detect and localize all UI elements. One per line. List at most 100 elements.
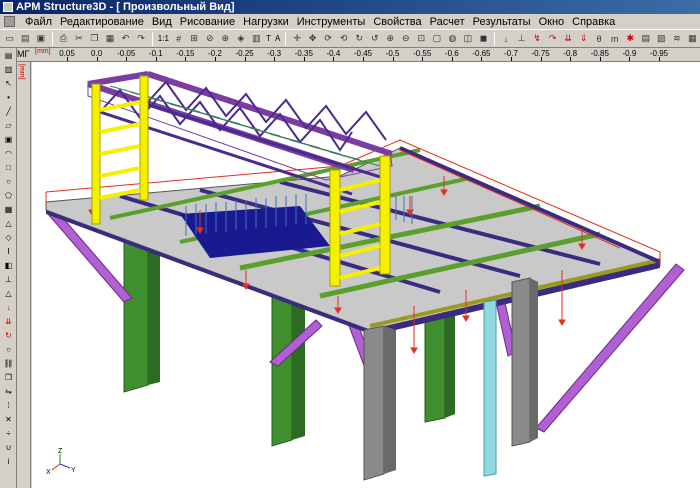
menu-help[interactable]: Справка: [568, 16, 619, 28]
menu-properties[interactable]: Свойства: [369, 16, 425, 28]
copy-element-icon[interactable]: ❐: [2, 371, 15, 384]
zoom-out-icon[interactable]: ⊖: [400, 33, 412, 45]
join-icon[interactable]: ∪: [2, 441, 15, 454]
menu-window[interactable]: Окно: [535, 16, 569, 28]
wireframe-icon[interactable]: ◫: [462, 33, 474, 45]
pressure-icon[interactable]: ⇊: [562, 33, 574, 45]
mesh-icon[interactable]: ▦: [2, 203, 15, 216]
plate-icon[interactable]: ▱: [2, 119, 15, 132]
point-load-icon[interactable]: ↓: [2, 301, 15, 314]
node-select-icon[interactable]: •: [2, 91, 15, 104]
moment-load-icon[interactable]: ↻: [2, 329, 15, 342]
distributed-icon[interactable]: ⇊: [2, 315, 15, 328]
solid-element-icon[interactable]: ▣: [2, 133, 15, 146]
document-icon[interactable]: [4, 16, 15, 27]
triangle-icon[interactable]: △: [2, 217, 15, 230]
menu-loads[interactable]: Нагрузки: [239, 16, 293, 28]
ruler-tick: [126, 57, 128, 61]
fixed-support-icon[interactable]: ⊥: [2, 273, 15, 286]
divide-icon[interactable]: ÷: [2, 427, 15, 440]
render-icon[interactable]: ◍: [447, 33, 459, 45]
zoom-all-icon[interactable]: ▢: [431, 33, 443, 45]
rotate-icon[interactable]: ⟳: [322, 33, 334, 45]
grid-icon[interactable]: #: [173, 33, 185, 45]
menu-tools[interactable]: Инструменты: [293, 16, 370, 28]
report-icon[interactable]: ▦: [687, 33, 699, 45]
section-icon[interactable]: Ⅰ: [2, 245, 15, 258]
redo-icon[interactable]: ↷: [135, 33, 147, 45]
shell-icon[interactable]: ◇: [2, 231, 15, 244]
pan-icon[interactable]: ✥: [307, 33, 319, 45]
circle-icon[interactable]: ○: [2, 175, 15, 188]
select-icon[interactable]: ⊕: [220, 33, 232, 45]
snap-icon[interactable]: ⊞: [188, 33, 200, 45]
solid-icon[interactable]: ◼: [478, 33, 490, 45]
ruler-tick: [185, 57, 187, 61]
info-icon[interactable]: i: [2, 455, 15, 468]
rectangle-icon[interactable]: □: [2, 161, 15, 174]
element-icon[interactable]: ▥: [251, 33, 263, 45]
support-icon[interactable]: ⊥: [516, 33, 528, 45]
release-icon[interactable]: ○: [2, 343, 15, 356]
results-icon[interactable]: ▤: [640, 33, 652, 45]
rotate-z-icon[interactable]: ↺: [369, 33, 381, 45]
rotate-x-icon[interactable]: ⟲: [338, 33, 350, 45]
temperature-icon[interactable]: θ: [593, 33, 605, 45]
material-icon[interactable]: ◧: [2, 259, 15, 272]
node-icon[interactable]: ◈: [235, 33, 247, 45]
ruler-tick: [96, 57, 98, 61]
pointer-icon[interactable]: ↖: [2, 77, 15, 90]
delete-icon[interactable]: ✕: [2, 413, 15, 426]
menu-draw[interactable]: Рисование: [176, 16, 239, 28]
link-icon[interactable]: ⛓: [2, 357, 15, 370]
zoom-one-to-one[interactable]: 1:1: [158, 34, 169, 43]
menu-edit[interactable]: Редактирование: [56, 16, 148, 28]
open-file-icon[interactable]: ▤: [20, 33, 32, 45]
move-icon[interactable]: ✛: [291, 33, 303, 45]
force-icon[interactable]: ↯: [531, 33, 543, 45]
menu-file[interactable]: Файл: [21, 16, 56, 28]
menu-calculation[interactable]: Расчет: [426, 16, 469, 28]
rod-icon[interactable]: ╱: [2, 105, 15, 118]
menu-view[interactable]: Вид: [148, 16, 176, 28]
print-icon[interactable]: ⎙: [58, 33, 70, 45]
ruler-tick: [303, 57, 305, 61]
ruler-tick: [511, 57, 512, 61]
ruler-label: МГ: [17, 49, 30, 59]
measure-icon[interactable]: ⊘: [204, 33, 216, 45]
zoom-window-icon[interactable]: ⊡: [416, 33, 428, 45]
copy-icon[interactable]: ❐: [89, 33, 101, 45]
zoom-in-icon[interactable]: ⊕: [385, 33, 397, 45]
undo-icon[interactable]: ↶: [120, 33, 132, 45]
layers-icon[interactable]: ▤: [2, 49, 15, 62]
paste-icon[interactable]: ▦: [104, 33, 116, 45]
ruler-tick: [659, 57, 660, 61]
toolbar-separator: [494, 31, 496, 46]
mirror-icon[interactable]: ⇋: [2, 385, 15, 398]
save-icon[interactable]: ▣: [35, 33, 47, 45]
mass-icon[interactable]: m: [609, 33, 621, 45]
new-file-icon[interactable]: ▭: [4, 33, 16, 45]
calculate-icon[interactable]: ✱: [624, 33, 636, 45]
vruler-unit: [mm]: [18, 64, 25, 80]
cut-icon[interactable]: ✂: [73, 33, 85, 45]
hinge-support-icon[interactable]: △: [2, 287, 15, 300]
distributed-load-icon[interactable]: ⇓: [578, 33, 590, 45]
deformation-icon[interactable]: ≋: [671, 33, 683, 45]
toolbar-separator: [151, 31, 153, 46]
ruler-tick: [629, 57, 631, 61]
text-tool[interactable]: T: [266, 34, 271, 43]
arc-icon[interactable]: ◠: [2, 147, 15, 160]
toolbar-separator: [51, 31, 53, 46]
array-icon[interactable]: ⁞: [2, 399, 15, 412]
moment-icon[interactable]: ↷: [547, 33, 559, 45]
polygon-icon[interactable]: ⬠: [2, 189, 15, 202]
rotate-y-icon[interactable]: ↻: [353, 33, 365, 45]
model-viewport[interactable]: Z X Y: [32, 62, 700, 488]
menu-results[interactable]: Результаты: [469, 16, 535, 28]
load-icon[interactable]: ↓: [500, 33, 512, 45]
palette-icon[interactable]: ▥: [2, 63, 15, 76]
stress-map-icon[interactable]: ▧: [656, 33, 668, 45]
ruler-tick: [215, 57, 216, 61]
annotation-tool[interactable]: A: [275, 34, 280, 43]
